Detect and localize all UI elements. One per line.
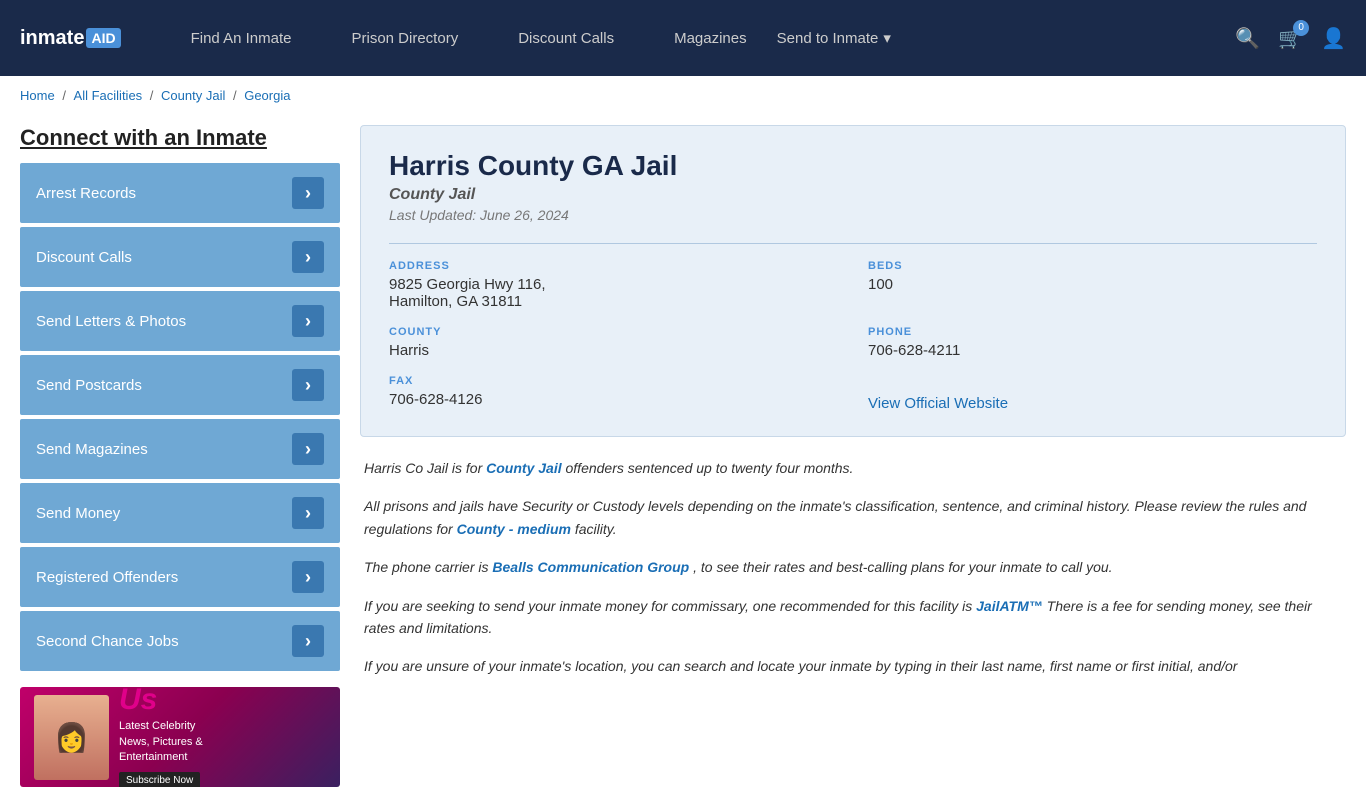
address-value: 9825 Georgia Hwy 116, Hamilton, GA 31811 xyxy=(389,276,838,310)
county-block: COUNTY Harris xyxy=(389,326,838,359)
header-actions: 🔍 🛒 0 👤 xyxy=(1235,26,1346,51)
county-label: COUNTY xyxy=(389,326,838,338)
nav-send-to-inmate[interactable]: Send to Inmate ▾ xyxy=(777,29,891,47)
ad-subscribe-button[interactable]: Subscribe Now xyxy=(119,772,200,787)
facility-type: County Jail xyxy=(389,186,1317,204)
ad-tagline: Latest Celebrity News, Pictures & Entert… xyxy=(119,719,316,765)
sidebar-item-second-chance-jobs[interactable]: Second Chance Jobs › xyxy=(20,611,340,671)
ad-content: Us Latest Celebrity News, Pictures & Ent… xyxy=(109,687,326,787)
main-layout: Connect with an Inmate Arrest Records › … xyxy=(0,115,1366,797)
jailatm-link[interactable]: JailATM™ xyxy=(976,598,1043,614)
fax-label: FAX xyxy=(389,375,838,387)
ad-image: 👩 xyxy=(34,695,109,780)
desc-para-4: If you are seeking to send your inmate m… xyxy=(364,595,1342,640)
desc-para-1: Harris Co Jail is for County Jail offend… xyxy=(364,457,1342,479)
sidebar-item-send-magazines[interactable]: Send Magazines › xyxy=(20,419,340,479)
nav-discount-calls[interactable]: Discount Calls xyxy=(488,0,644,76)
breadcrumb-georgia[interactable]: Georgia xyxy=(244,88,290,103)
cart-icon[interactable]: 🛒 0 xyxy=(1278,26,1303,51)
view-official-website-link[interactable]: View Official Website xyxy=(868,395,1008,412)
facility-name: Harris County GA Jail xyxy=(389,150,1317,182)
site-header: inmate AID Find An Inmate Prison Directo… xyxy=(0,0,1366,76)
fax-value: 706-628-4126 xyxy=(389,391,838,408)
arrow-icon: › xyxy=(292,369,324,401)
logo[interactable]: inmate AID xyxy=(20,27,121,50)
sidebar: Connect with an Inmate Arrest Records › … xyxy=(20,125,340,787)
arrow-icon: › xyxy=(292,433,324,465)
advertisement-banner[interactable]: 👩 Us Latest Celebrity News, Pictures & E… xyxy=(20,687,340,787)
search-icon[interactable]: 🔍 xyxy=(1235,26,1260,51)
phone-label: PHONE xyxy=(868,326,1317,338)
arrow-icon: › xyxy=(292,177,324,209)
sidebar-item-send-postcards[interactable]: Send Postcards › xyxy=(20,355,340,415)
sidebar-item-registered-offenders[interactable]: Registered Offenders › xyxy=(20,547,340,607)
bealls-communication-link[interactable]: Bealls Communication Group xyxy=(492,559,689,575)
phone-block: PHONE 706-628-4211 xyxy=(868,326,1317,359)
user-icon[interactable]: 👤 xyxy=(1321,26,1346,51)
breadcrumb-home[interactable]: Home xyxy=(20,88,55,103)
main-nav: Find An Inmate Prison Directory Discount… xyxy=(161,0,1236,76)
arrow-icon: › xyxy=(292,497,324,529)
logo-text: inmate xyxy=(20,27,84,50)
address-block: ADDRESS 9825 Georgia Hwy 116, Hamilton, … xyxy=(389,260,838,310)
arrow-icon: › xyxy=(292,561,324,593)
website-block: View Official Website xyxy=(868,375,1317,412)
sidebar-item-discount-calls[interactable]: Discount Calls › xyxy=(20,227,340,287)
phone-value: 706-628-4211 xyxy=(868,342,1317,359)
arrow-icon: › xyxy=(292,305,324,337)
facility-last-updated: Last Updated: June 26, 2024 xyxy=(389,207,1317,223)
facility-card: Harris County GA Jail County Jail Last U… xyxy=(360,125,1346,437)
desc-para-5: If you are unsure of your inmate's locat… xyxy=(364,655,1342,677)
main-content: Harris County GA Jail County Jail Last U… xyxy=(360,125,1346,787)
arrow-icon: › xyxy=(292,625,324,657)
facility-info-grid: ADDRESS 9825 Georgia Hwy 116, Hamilton, … xyxy=(389,243,1317,412)
sidebar-item-send-money[interactable]: Send Money › xyxy=(20,483,340,543)
beds-block: BEDS 100 xyxy=(868,260,1317,310)
ad-logo: Us xyxy=(119,687,316,715)
sidebar-title: Connect with an Inmate xyxy=(20,125,340,151)
breadcrumb-county-jail[interactable]: County Jail xyxy=(161,88,225,103)
logo-atm: AID xyxy=(86,28,120,48)
sidebar-menu: Arrest Records › Discount Calls › Send L… xyxy=(20,163,340,671)
arrow-icon: › xyxy=(292,241,324,273)
nav-find-inmate[interactable]: Find An Inmate xyxy=(161,0,322,76)
county-medium-link[interactable]: County - medium xyxy=(457,521,571,537)
nav-magazines[interactable]: Magazines xyxy=(644,0,777,76)
address-label: ADDRESS xyxy=(389,260,838,272)
nav-prison-directory[interactable]: Prison Directory xyxy=(322,0,489,76)
breadcrumb: Home / All Facilities / County Jail / Ge… xyxy=(0,76,1366,115)
desc-para-3: The phone carrier is Bealls Communicatio… xyxy=(364,556,1342,578)
fax-block: FAX 706-628-4126 xyxy=(389,375,838,412)
county-jail-link[interactable]: County Jail xyxy=(486,460,561,476)
sidebar-item-arrest-records[interactable]: Arrest Records › xyxy=(20,163,340,223)
sidebar-item-send-letters[interactable]: Send Letters & Photos › xyxy=(20,291,340,351)
county-value: Harris xyxy=(389,342,838,359)
cart-badge: 0 xyxy=(1293,20,1309,36)
beds-value: 100 xyxy=(868,276,1317,293)
beds-label: BEDS xyxy=(868,260,1317,272)
desc-para-2: All prisons and jails have Security or C… xyxy=(364,495,1342,540)
breadcrumb-all-facilities[interactable]: All Facilities xyxy=(74,88,143,103)
facility-description: Harris Co Jail is for County Jail offend… xyxy=(360,457,1346,678)
